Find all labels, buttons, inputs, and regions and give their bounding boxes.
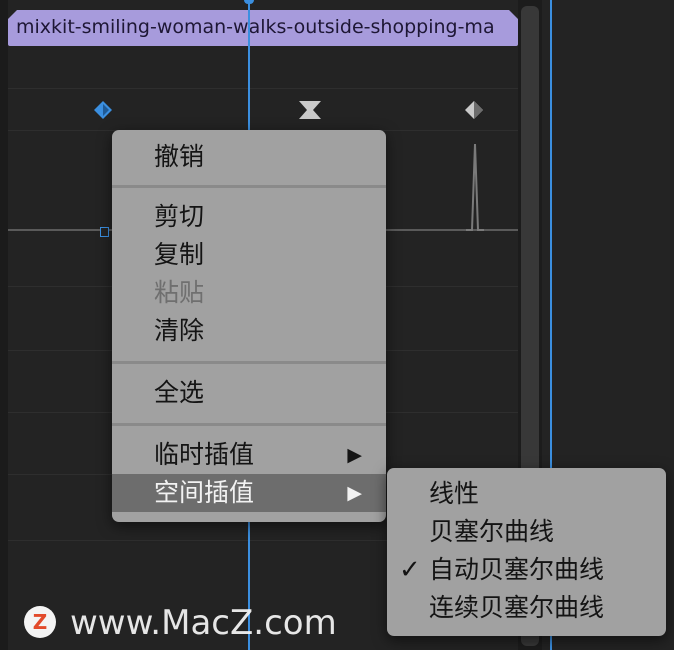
submenu-item-label: 自动贝塞尔曲线 <box>429 555 605 584</box>
menu-item-label: 临时插值 <box>154 440 255 469</box>
menu-item-temporal-interpolation[interactable]: 临时插值 ▶ <box>112 436 386 474</box>
menu-item-clear[interactable]: 清除 <box>112 312 386 350</box>
menu-item-spatial-interpolation[interactable]: 空间插值 ▶ <box>112 474 386 512</box>
menu-item-label: 全选 <box>154 378 205 407</box>
menu-separator <box>112 185 386 188</box>
submenu-item-label: 贝塞尔曲线 <box>429 517 555 546</box>
checkmark-icon: ✓ <box>399 555 421 585</box>
watermark-logo-letter: Z <box>32 610 48 634</box>
menu-item-label: 空间插值 <box>154 478 255 507</box>
submenu-item-continuous-bezier[interactable]: 连续贝塞尔曲线 <box>387 589 666 627</box>
graph-keyframe-marker[interactable] <box>100 227 109 237</box>
video-clip[interactable]: mixkit-smiling-woman-walks-outside-shopp… <box>8 10 518 46</box>
playhead-handle[interactable] <box>244 0 254 4</box>
submenu-item-label: 线性 <box>429 479 480 508</box>
menu-item-cut[interactable]: 剪切 <box>112 198 386 236</box>
keyframe-diamond-icon[interactable] <box>93 100 113 120</box>
clip-trim-left-handle[interactable] <box>8 10 17 19</box>
menu-item-paste: 粘贴 <box>112 274 386 312</box>
menu-separator <box>112 423 386 426</box>
track-gutter <box>0 0 8 650</box>
context-menu: 撤销 剪切 复制 粘贴 清除 全选 临时插值 ▶ 空间插值 ▶ <box>112 130 386 522</box>
submenu-item-bezier[interactable]: 贝塞尔曲线 <box>387 513 666 551</box>
timeline-panel: mixkit-smiling-woman-walks-outside-shopp… <box>0 0 674 650</box>
clip-title: mixkit-smiling-woman-walks-outside-shopp… <box>16 16 495 38</box>
watermark-logo: Z <box>24 606 56 638</box>
value-graph-spike <box>466 143 484 231</box>
submenu-arrow-icon: ▶ <box>347 444 362 466</box>
menu-item-label: 清除 <box>154 316 205 345</box>
submenu-arrow-icon: ▶ <box>347 482 362 504</box>
track-divider <box>8 88 518 89</box>
spatial-interpolation-submenu: 线性 贝塞尔曲线 ✓ 自动贝塞尔曲线 连续贝塞尔曲线 <box>387 468 666 636</box>
menu-separator <box>112 361 386 364</box>
keyframe-half-diamond-icon[interactable] <box>464 100 484 120</box>
keyframe-hourglass-icon[interactable] <box>298 100 322 120</box>
menu-item-undo[interactable]: 撤销 <box>112 138 386 176</box>
menu-item-label: 剪切 <box>154 202 205 231</box>
watermark-text: www.MacZ.com <box>70 603 337 643</box>
clip-trim-right-handle[interactable] <box>509 10 518 19</box>
submenu-item-label: 连续贝塞尔曲线 <box>429 593 605 622</box>
menu-item-copy[interactable]: 复制 <box>112 236 386 274</box>
menu-item-select-all[interactable]: 全选 <box>112 374 386 412</box>
submenu-item-linear[interactable]: 线性 <box>387 475 666 513</box>
menu-item-label: 粘贴 <box>154 278 205 307</box>
submenu-item-auto-bezier[interactable]: ✓ 自动贝塞尔曲线 <box>387 551 666 589</box>
menu-item-label: 撤销 <box>154 142 205 171</box>
menu-item-label: 复制 <box>154 240 205 269</box>
